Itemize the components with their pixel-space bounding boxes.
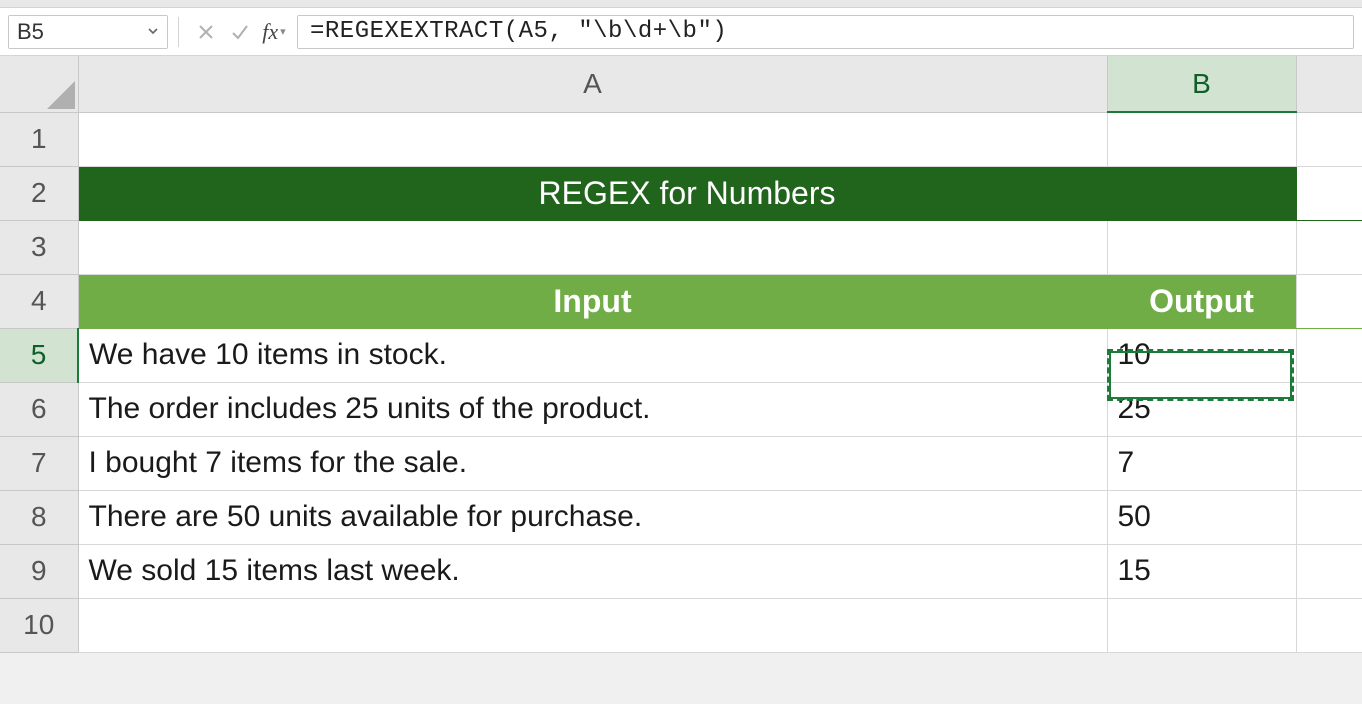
formula-bar: B5 fx▾ =REGEXEXTRACT(A5, "\b\d+\b") bbox=[0, 8, 1362, 56]
cell-c5[interactable] bbox=[1296, 328, 1362, 382]
chevron-down-icon[interactable]: ▾ bbox=[280, 25, 286, 38]
cell-b3[interactable] bbox=[1107, 220, 1296, 274]
cell-c4[interactable] bbox=[1296, 274, 1362, 328]
cell-b1[interactable] bbox=[1107, 112, 1296, 166]
row-header-8[interactable]: 8 bbox=[0, 490, 78, 544]
cell-a9[interactable]: We sold 15 items last week. bbox=[78, 544, 1107, 598]
cell-c9[interactable] bbox=[1296, 544, 1362, 598]
name-box[interactable]: B5 bbox=[8, 15, 168, 49]
spreadsheet-grid[interactable]: A B 1 2 REGEX for Numbers 3 4 Input Outp… bbox=[0, 56, 1362, 653]
fx-icon: fx bbox=[262, 19, 278, 45]
column-header-c[interactable] bbox=[1296, 56, 1362, 112]
header-input-cell[interactable]: Input bbox=[78, 274, 1107, 328]
cell-b10[interactable] bbox=[1107, 598, 1296, 652]
row-header-10[interactable]: 10 bbox=[0, 598, 78, 652]
ribbon-gap bbox=[0, 0, 1362, 8]
cell-c6[interactable] bbox=[1296, 382, 1362, 436]
row-header-5[interactable]: 5 bbox=[0, 328, 78, 382]
title-merged-cell[interactable]: REGEX for Numbers bbox=[78, 166, 1296, 220]
row-header-6[interactable]: 6 bbox=[0, 382, 78, 436]
cell-b6[interactable]: 25 bbox=[1107, 382, 1296, 436]
cell-b9[interactable]: 15 bbox=[1107, 544, 1296, 598]
cell-c3[interactable] bbox=[1296, 220, 1362, 274]
cell-a7[interactable]: I bought 7 items for the sale. bbox=[78, 436, 1107, 490]
cell-b5[interactable]: 10 bbox=[1107, 328, 1296, 382]
column-header-b[interactable]: B bbox=[1107, 56, 1296, 112]
cell-b8[interactable]: 50 bbox=[1107, 490, 1296, 544]
formula-text: =REGEXEXTRACT(A5, "\b\d+\b") bbox=[310, 18, 727, 45]
insert-function-button[interactable]: fx▾ bbox=[257, 15, 291, 49]
header-output-cell[interactable]: Output bbox=[1107, 274, 1296, 328]
formula-input[interactable]: =REGEXEXTRACT(A5, "\b\d+\b") bbox=[297, 15, 1354, 49]
cell-a6[interactable]: The order includes 25 units of the produ… bbox=[78, 382, 1107, 436]
name-box-value: B5 bbox=[17, 19, 44, 45]
chevron-down-icon[interactable] bbox=[147, 24, 159, 40]
cell-c8[interactable] bbox=[1296, 490, 1362, 544]
cell-a3[interactable] bbox=[78, 220, 1107, 274]
cell-a8[interactable]: There are 50 units available for purchas… bbox=[78, 490, 1107, 544]
cell-a10[interactable] bbox=[78, 598, 1107, 652]
separator bbox=[178, 17, 179, 47]
select-all-cell[interactable] bbox=[0, 56, 78, 112]
cell-c2[interactable] bbox=[1296, 166, 1362, 220]
row-header-4[interactable]: 4 bbox=[0, 274, 78, 328]
cancel-formula-button bbox=[189, 15, 223, 49]
cell-c10[interactable] bbox=[1296, 598, 1362, 652]
column-header-a[interactable]: A bbox=[78, 56, 1107, 112]
cell-b7[interactable]: 7 bbox=[1107, 436, 1296, 490]
row-header-2[interactable]: 2 bbox=[0, 166, 78, 220]
row-header-7[interactable]: 7 bbox=[0, 436, 78, 490]
enter-formula-button bbox=[223, 15, 257, 49]
cell-a1[interactable] bbox=[78, 112, 1107, 166]
cell-c1[interactable] bbox=[1296, 112, 1362, 166]
row-header-9[interactable]: 9 bbox=[0, 544, 78, 598]
cell-c7[interactable] bbox=[1296, 436, 1362, 490]
row-header-1[interactable]: 1 bbox=[0, 112, 78, 166]
cell-a5[interactable]: We have 10 items in stock. bbox=[78, 328, 1107, 382]
row-header-3[interactable]: 3 bbox=[0, 220, 78, 274]
